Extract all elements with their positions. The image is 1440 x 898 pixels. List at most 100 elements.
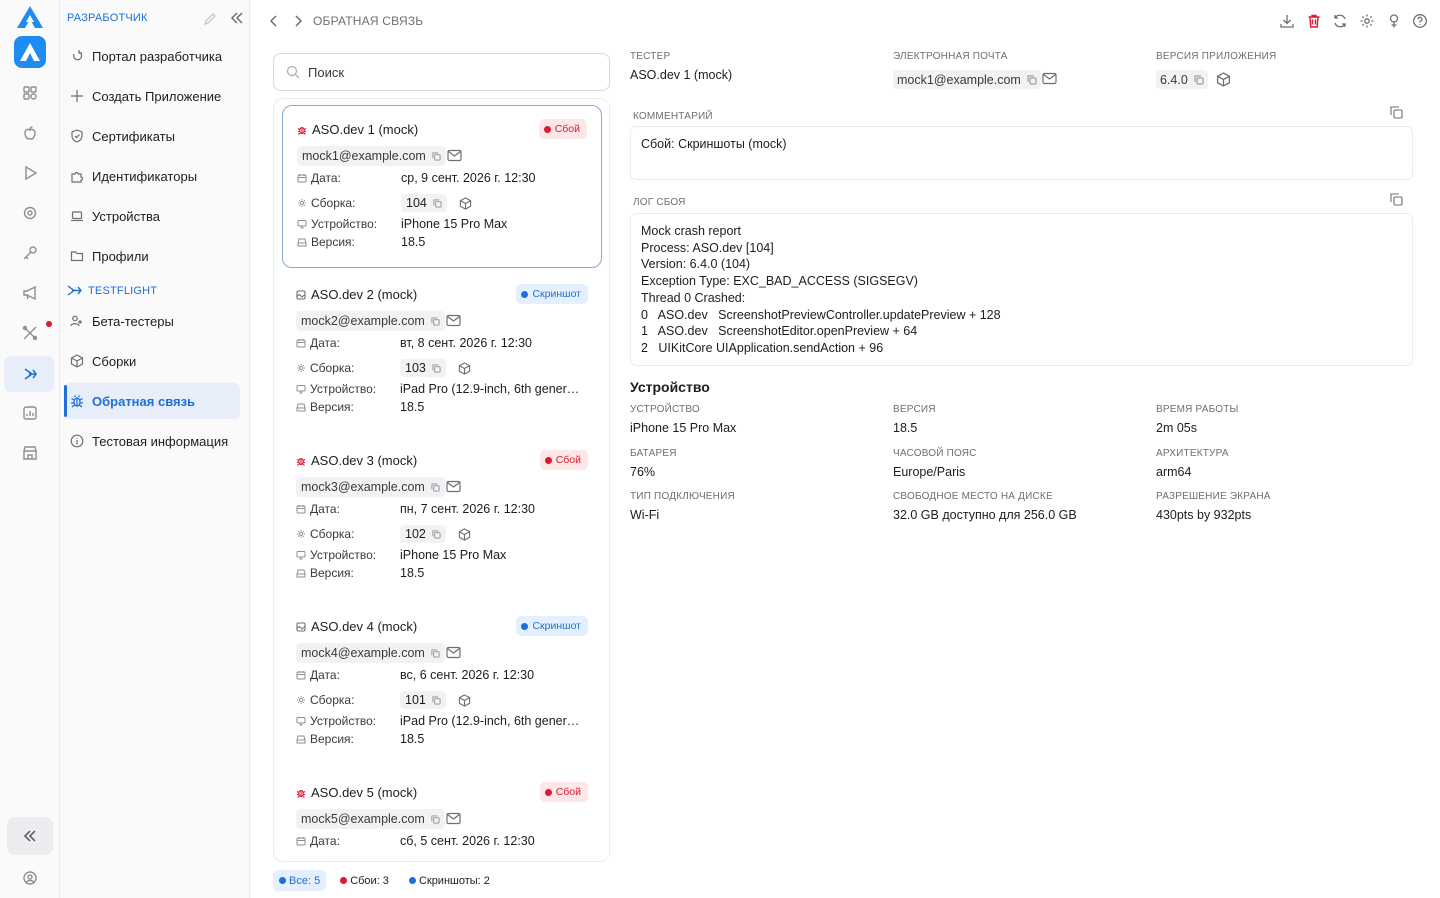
copy-log-icon[interactable] (1390, 193, 1403, 206)
apps-grid-icon[interactable] (20, 83, 40, 103)
device-value: iPhone 15 Pro Max (400, 548, 507, 562)
version-key-text: Версия: (310, 732, 354, 746)
plus-icon (70, 89, 84, 103)
comment-text: Сбой: Скриншоты (mock) (641, 137, 787, 151)
date-key-text: Дата: (310, 502, 340, 516)
build-value: 101 (405, 693, 426, 707)
collapse-sidebar-icon[interactable] (230, 11, 244, 25)
pin-icon[interactable] (1386, 13, 1402, 29)
copy-icon[interactable] (432, 151, 441, 161)
apple-icon[interactable] (20, 123, 40, 143)
feedback-list[interactable]: ASO.dev 1 (mock) Сбой mock1@example.com Дат… (273, 98, 610, 862)
copy-comment-icon[interactable] (1390, 106, 1403, 119)
store-icon[interactable] (20, 443, 40, 463)
filter-screenshots-chip[interactable]: Скриншоты: 2 (403, 870, 496, 891)
build-key: Сборка: (297, 196, 401, 210)
box-icon[interactable] (458, 693, 471, 707)
key-icon[interactable] (20, 243, 40, 263)
mail-icon[interactable] (446, 812, 461, 825)
sidebar-item-feedback[interactable]: Обратная связь (64, 383, 240, 419)
tools-icon[interactable] (20, 323, 40, 343)
copy-icon[interactable] (432, 695, 441, 705)
box-icon[interactable] (458, 527, 471, 541)
copy-icon[interactable] (431, 482, 440, 492)
megaphone-icon[interactable] (20, 283, 40, 303)
sidebar-item-beta-testers[interactable]: Бета-тестеры (64, 303, 240, 339)
sidebar-item-create-app[interactable]: Создать Приложение (64, 78, 240, 114)
copy-icon[interactable] (1027, 75, 1037, 85)
sidebar-item-profiles[interactable]: Профили (64, 238, 240, 274)
feedback-card[interactable]: ASO.dev 2 (mock) Скриншот mock2@example.co… (282, 271, 602, 434)
mail-icon[interactable] (446, 480, 461, 493)
feedback-card[interactable]: ASO.dev 4 (mock) Скриншот mock4@example.co… (282, 603, 602, 766)
build-pill[interactable]: 101 (400, 691, 446, 709)
collapse-rail-button[interactable] (7, 817, 53, 855)
sidebar-item-test-info[interactable]: Тестовая информация (64, 423, 240, 459)
filter-crashes-chip[interactable]: Сбои: 3 (334, 870, 395, 891)
copy-icon[interactable] (431, 316, 440, 326)
email-pill[interactable]: mock1@example.com (893, 70, 1041, 89)
sidebar-item-label: Бета-тестеры (92, 313, 174, 329)
build-pill[interactable]: 103 (400, 359, 446, 377)
copy-icon[interactable] (432, 363, 441, 373)
forward-icon[interactable] (291, 13, 305, 29)
copy-icon[interactable] (433, 198, 442, 208)
email-value: mock1@example.com (302, 149, 426, 163)
sidebar-item-devices[interactable]: Устройства (64, 198, 240, 234)
calendar-icon (296, 836, 306, 846)
build-pill[interactable]: 102 (400, 525, 446, 543)
date-key: Дата: (296, 668, 400, 682)
email-pill[interactable]: mock2@example.com (296, 311, 445, 331)
device-value: iPad Pro (12.9-inch, 6th generati… (400, 714, 586, 728)
search-box[interactable] (273, 53, 610, 91)
email-pill[interactable]: mock3@example.com (296, 477, 445, 497)
mail-icon[interactable] (446, 314, 461, 327)
feedback-card[interactable]: ASO.dev 1 (mock) Сбой mock1@example.com Дат… (282, 105, 602, 268)
refresh-icon[interactable] (1332, 13, 1348, 29)
mail-icon[interactable] (1042, 72, 1057, 85)
date-value: пн, 7 сент. 2026 г. 12:30 (400, 502, 535, 516)
status-badge-text: Сбой (555, 786, 581, 798)
mail-icon[interactable] (447, 149, 462, 162)
target-icon[interactable] (20, 203, 40, 223)
copy-icon[interactable] (432, 529, 441, 539)
sidebar-item-certificates[interactable]: Сертификаты (64, 118, 240, 154)
date-row: Дата: ср, 9 сент. 2026 г. 12:30 (297, 171, 536, 185)
filter-crashes-label: Сбои: 3 (350, 874, 389, 887)
sidebar-item-builds[interactable]: Сборки (64, 343, 240, 379)
app-switcher-icon[interactable] (14, 36, 46, 68)
feedback-card[interactable]: ASO.dev 3 (mock) Сбой mock3@example.com Дат… (282, 437, 602, 600)
trash-icon[interactable] (1306, 13, 1322, 29)
box-icon[interactable] (459, 196, 472, 210)
search-input[interactable] (308, 64, 588, 80)
email-pill[interactable]: mock4@example.com (296, 643, 445, 663)
download-icon[interactable] (1279, 13, 1295, 29)
box-icon[interactable] (1216, 72, 1231, 87)
sidebar-item-identifiers[interactable]: Идентификаторы (64, 158, 240, 194)
gear-icon[interactable] (1359, 13, 1375, 29)
copy-icon[interactable] (431, 648, 440, 658)
filter-all-chip[interactable]: Все: 5 (273, 870, 327, 891)
email-pill[interactable]: mock5@example.com (296, 809, 445, 829)
top-bar: ОБРАТНАЯ СВЯЗЬ (251, 0, 1440, 42)
version-key: Версия: (296, 400, 400, 414)
build-pill[interactable]: 104 (401, 194, 447, 212)
sidebar-item-portal[interactable]: Портал разработчика (64, 38, 240, 74)
analytics-icon[interactable] (20, 403, 40, 423)
copy-icon[interactable] (1194, 75, 1204, 85)
account-icon[interactable] (20, 868, 40, 888)
testflight-icon[interactable] (20, 364, 40, 384)
app-version-pill[interactable]: 6.4.0 (1156, 70, 1208, 89)
notification-dot (46, 321, 52, 327)
help-icon[interactable] (1412, 13, 1428, 29)
feedback-card[interactable]: ASO.dev 5 (mock) Сбой mock5@example.com Дат… (282, 769, 602, 861)
box-icon (70, 354, 84, 368)
mail-icon[interactable] (446, 646, 461, 659)
edit-icon[interactable] (203, 12, 217, 26)
brand-logo-icon[interactable] (16, 5, 44, 29)
back-icon[interactable] (267, 13, 281, 29)
email-pill[interactable]: mock1@example.com (297, 146, 446, 166)
box-icon[interactable] (458, 361, 471, 375)
play-icon[interactable] (20, 163, 40, 183)
copy-icon[interactable] (431, 814, 440, 824)
